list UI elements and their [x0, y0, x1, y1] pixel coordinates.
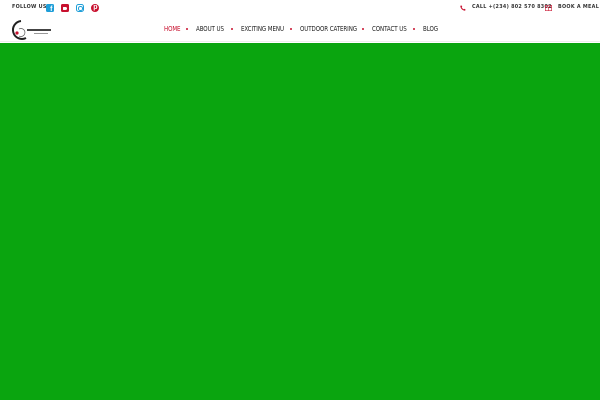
nav-home[interactable]: HOME: [164, 25, 181, 33]
nav-about-us[interactable]: ABOUT US: [196, 25, 224, 33]
pinterest-icon[interactable]: [91, 3, 99, 12]
facebook-icon[interactable]: [46, 4, 54, 14]
nav-contact-us[interactable]: CONTACT US: [372, 25, 407, 33]
nav-separator: [362, 28, 364, 30]
nav-outdoor-catering[interactable]: OUTDOOR CATERING: [300, 25, 357, 33]
nav-separator: [290, 28, 292, 30]
nav-separator: [186, 28, 188, 30]
nav-separator: [231, 28, 233, 30]
nav-exciting-menu[interactable]: EXCITING MENU: [241, 25, 284, 33]
call-phone-link[interactable]: CALL +(234) 802 570 8302: [472, 4, 552, 10]
phone-icon: [460, 5, 466, 11]
nav-separator: [413, 28, 415, 30]
site-header: HOME ABOUT US EXCITING MENU OUTDOOR CATE…: [0, 17, 600, 42]
nav-blog[interactable]: BLOG: [423, 25, 438, 33]
top-utility-bar: FOLLOW US CALL +(234) 802 570 8302 BOOK …: [0, 0, 600, 17]
follow-us-label: FOLLOW US: [12, 4, 47, 10]
book-a-meal-link[interactable]: BOOK A MEAL: [558, 4, 599, 10]
twitter-icon[interactable]: [61, 4, 69, 12]
main-navigation: HOME ABOUT US EXCITING MENU OUTDOOR CATE…: [0, 17, 600, 42]
hero-banner: [0, 43, 600, 400]
book-meal-icon: [545, 5, 552, 11]
instagram-icon[interactable]: [76, 4, 84, 12]
